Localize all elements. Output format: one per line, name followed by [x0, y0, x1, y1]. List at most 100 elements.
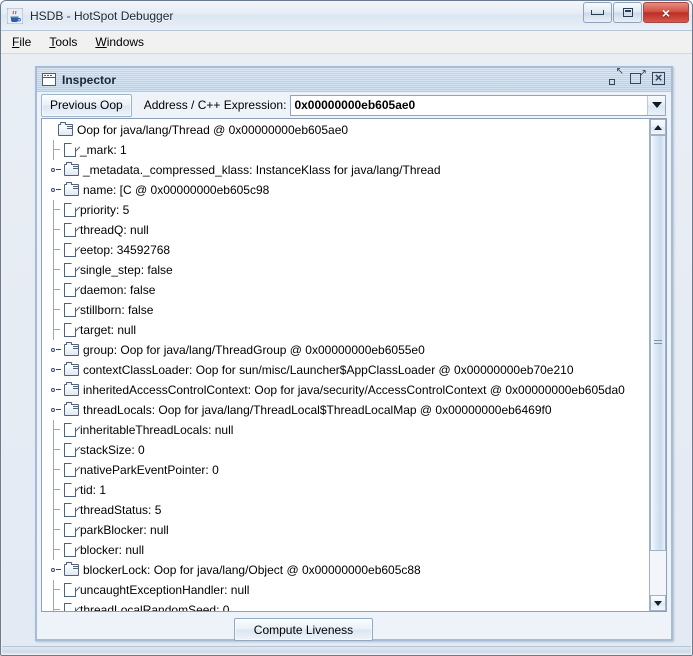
tree-expand-toggle-icon[interactable]: [48, 160, 64, 180]
tree-node[interactable]: nativeParkEventPointer: 0: [42, 460, 649, 480]
maximize-icon[interactable]: [630, 69, 647, 86]
tree-leaf-connector: [48, 440, 64, 460]
tree-expand-toggle-icon[interactable]: [48, 560, 64, 580]
minimize-button[interactable]: [583, 2, 612, 23]
tree-node-label: threadLocalRandomSeed: 0: [80, 603, 230, 611]
tree-node-label: threadStatus: 5: [80, 503, 162, 517]
tree-expand-toggle-icon[interactable]: [48, 380, 64, 400]
tree-node[interactable]: uncaughtExceptionHandler: null: [42, 580, 649, 600]
document-icon: [64, 443, 76, 457]
tree-node[interactable]: group: Oop for java/lang/ThreadGroup @ 0…: [42, 340, 649, 360]
tree-node-label: stackSize: 0: [80, 443, 145, 457]
tree-leaf-connector: [48, 600, 64, 611]
menu-file[interactable]: File: [9, 33, 40, 51]
tree-node[interactable]: eetop: 34592768: [42, 240, 649, 260]
tree-node[interactable]: priority: 5: [42, 200, 649, 220]
scroll-up-button[interactable]: [650, 119, 666, 135]
document-icon: [64, 303, 76, 317]
tree-node[interactable]: contextClassLoader: Oop for sun/misc/Lau…: [42, 360, 649, 380]
tree-leaf-connector: [48, 520, 64, 540]
tree-node-label: contextClassLoader: Oop for sun/misc/Lau…: [83, 363, 574, 377]
window-controls: ×: [582, 2, 689, 24]
compute-liveness-button[interactable]: Compute Liveness: [234, 618, 373, 641]
tree-node[interactable]: _metadata._compressed_klass: InstanceKla…: [42, 160, 649, 180]
scrollbar-track[interactable]: [650, 135, 666, 595]
tree-node[interactable]: daemon: false: [42, 280, 649, 300]
tree-node-label: name: [C @ 0x00000000eb605c98: [83, 183, 270, 197]
document-icon: [64, 263, 76, 277]
tree-node[interactable]: single_step: false: [42, 260, 649, 280]
document-icon: [64, 243, 76, 257]
folder-icon: [64, 342, 79, 356]
tree-node-label: Oop for java/lang/Thread @ 0x00000000eb6…: [77, 123, 349, 137]
close-button[interactable]: ×: [643, 2, 689, 23]
inspector-tree[interactable]: Oop for java/lang/Thread @ 0x00000000eb6…: [42, 119, 649, 611]
tree-leaf-connector: [48, 140, 64, 160]
tree-node[interactable]: blocker: null: [42, 540, 649, 560]
tree-leaf-connector: [48, 540, 64, 560]
document-icon: [64, 423, 76, 437]
tree-node[interactable]: _mark: 1: [42, 140, 649, 160]
tree-node-label: daemon: false: [80, 283, 156, 297]
tree-node-label: eetop: 34592768: [80, 243, 171, 257]
folder-icon: [64, 362, 79, 376]
tree-node-label: parkBlocker: null: [80, 523, 169, 537]
menu-tools-label-rest: ools: [55, 35, 78, 49]
document-icon: [64, 583, 76, 597]
document-icon: [64, 603, 76, 611]
chevron-down-icon[interactable]: [647, 95, 665, 115]
document-icon: [64, 203, 76, 217]
tree-expand-toggle-icon[interactable]: [48, 360, 64, 380]
address-input[interactable]: [291, 95, 647, 115]
iconify-icon[interactable]: [608, 67, 624, 86]
tree-node-label: blockerLock: Oop for java/lang/Object @ …: [83, 563, 421, 577]
tree-node[interactable]: Oop for java/lang/Thread @ 0x00000000eb6…: [42, 120, 649, 140]
inspector-titlebar[interactable]: Inspector: [37, 67, 671, 92]
tree-node[interactable]: stackSize: 0: [42, 440, 649, 460]
tree-node[interactable]: inheritedAccessControlContext: Oop for j…: [42, 380, 649, 400]
vertical-scrollbar[interactable]: [649, 119, 666, 611]
window-title: HSDB - HotSpot Debugger: [30, 8, 174, 23]
tree-node-label: threadLocals: Oop for java/lang/ThreadLo…: [83, 403, 552, 417]
folder-icon: [64, 402, 79, 416]
address-combobox[interactable]: [290, 94, 666, 116]
tree-node[interactable]: blockerLock: Oop for java/lang/Object @ …: [42, 560, 649, 580]
scroll-down-button[interactable]: [650, 595, 666, 611]
tree-node[interactable]: tid: 1: [42, 480, 649, 500]
tree-root-handle: [42, 120, 58, 140]
tree-leaf-connector: [48, 320, 64, 340]
tree-leaf-connector: [48, 500, 64, 520]
tree-node[interactable]: threadQ: null: [42, 220, 649, 240]
tree-node[interactable]: stillborn: false: [42, 300, 649, 320]
previous-oop-button[interactable]: Previous Oop: [41, 93, 132, 117]
maximize-button[interactable]: [613, 2, 642, 23]
triangle-up-icon: [654, 124, 662, 130]
tree-expand-toggle-icon[interactable]: [48, 400, 64, 420]
tree-node[interactable]: threadLocals: Oop for java/lang/ThreadLo…: [42, 400, 649, 420]
tree-node[interactable]: name: [C @ 0x00000000eb605c98: [42, 180, 649, 200]
tree-expand-toggle-icon[interactable]: [48, 340, 64, 360]
tree-node-label: blocker: null: [80, 543, 145, 557]
menu-tools[interactable]: Tools: [46, 33, 86, 51]
tree-node[interactable]: threadLocalRandomSeed: 0: [42, 600, 649, 611]
tree-node[interactable]: threadStatus: 5: [42, 500, 649, 520]
inspector-tree-scrollpane: Oop for java/lang/Thread @ 0x00000000eb6…: [41, 118, 667, 612]
tree-node[interactable]: inheritableThreadLocals: null: [42, 420, 649, 440]
tree-expand-toggle-icon[interactable]: [48, 180, 64, 200]
tree-node[interactable]: parkBlocker: null: [42, 520, 649, 540]
close-icon[interactable]: [652, 71, 667, 86]
desktop-bottom-edge: [2, 646, 691, 655]
document-icon: [64, 223, 76, 237]
tree-node[interactable]: target: null: [42, 320, 649, 340]
tree-node-label: _mark: 1: [80, 143, 127, 157]
menu-windows[interactable]: Windows: [92, 33, 153, 51]
window-titlebar: HSDB - HotSpot Debugger ×: [1, 1, 692, 31]
inspector-toolbar: Previous Oop Address / C++ Expression:: [37, 92, 671, 117]
tree-leaf-connector: [48, 200, 64, 220]
java-coffee-cup-icon: [6, 7, 24, 24]
tree-leaf-connector: [48, 240, 64, 260]
tree-leaf-connector: [48, 580, 64, 600]
tree-node-label: stillborn: false: [80, 303, 154, 317]
scrollbar-thumb[interactable]: [650, 135, 666, 551]
inspector-internal-frame: Inspector Previous Oop Address / C++ Exp…: [35, 66, 673, 641]
